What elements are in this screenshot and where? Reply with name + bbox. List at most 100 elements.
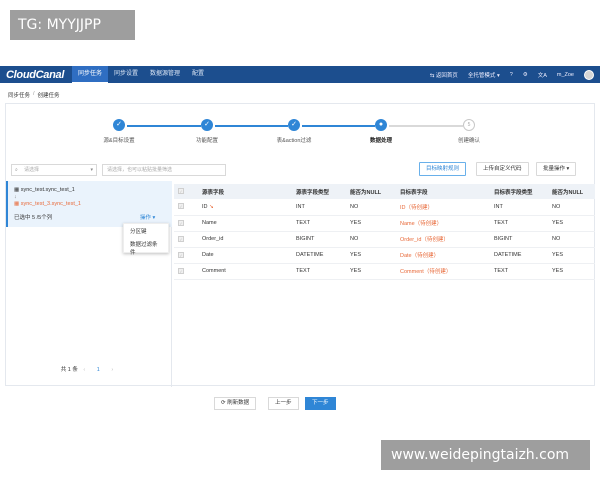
refresh-data-button[interactable]: ⟳ 刷新数据 <box>214 397 257 410</box>
mode-select[interactable]: 全托管模式 ▾ <box>468 71 500 79</box>
target-table: ▦ sync_test_3.sync_test_1 <box>14 201 81 207</box>
nav-item-sync-tasks[interactable]: 同步任务 <box>72 66 109 83</box>
step-1-check-icon: ✓ <box>113 119 125 131</box>
table-icon: ▦ <box>14 187 21 193</box>
step-4-current-icon: ● <box>375 119 387 131</box>
source-column: ID ↘ <box>198 199 292 216</box>
watermark-bottom: www.weidepingtaizh.com <box>381 440 590 470</box>
nav-item-sync-settings[interactable]: 同步设置 <box>108 66 144 83</box>
nav-item-datasource[interactable]: 数据源管理 <box>144 66 186 83</box>
column-header: 目标表字段 <box>396 184 490 199</box>
target-mapping-button[interactable]: 目标映射规则 <box>419 162 467 176</box>
pagination: 共 1 条 ‹ 1 › <box>6 365 172 373</box>
target-type: TEXT <box>490 263 548 280</box>
target-type: TEXT <box>490 215 548 232</box>
next-page-icon[interactable]: › <box>111 367 113 373</box>
home-link[interactable]: ⇆ 返回首页 <box>430 71 458 79</box>
step-connector <box>127 125 201 127</box>
checkbox-icon: ✓ <box>178 235 184 242</box>
user-name[interactable]: m_Zoe <box>557 72 574 78</box>
menu-item-partition-key[interactable]: 分区键 <box>124 224 168 237</box>
column-header: 源表字段类型 <box>292 184 346 199</box>
step-connector <box>389 125 463 127</box>
list-item[interactable]: ▦ sync_test.sync_test_1 ↓ ▦ sync_test_3.… <box>6 181 172 227</box>
breadcrumb: 同步任务 / 创建任务 <box>8 91 60 99</box>
row-checkbox[interactable]: ✓ <box>174 199 198 216</box>
target-nullable: NO <box>548 231 595 248</box>
page-number[interactable]: 1 <box>97 367 100 373</box>
step-5-number: 5 <box>463 119 475 131</box>
step-label: 源&目标设置 <box>103 138 135 144</box>
create-task-card: ✓ ✓ ✓ ● 5 源&目标设置 功能配置 表&action过滤 数据处理 创建… <box>5 103 596 387</box>
target-column[interactable]: Order_id（待创建） <box>396 231 490 248</box>
target-column[interactable]: Comment（待创建） <box>396 263 490 280</box>
operation-dropdown[interactable]: 操作 ▾ <box>140 213 155 221</box>
source-nullable: YES <box>346 247 396 264</box>
chevron-down-icon: ▾ <box>496 72 500 79</box>
toolbar: ⌕ 请选择 ▾ 请选择，也可以粘贴批量筛选 目标映射规则 上传自定义代码 批量操… <box>6 161 596 179</box>
source-nullable: YES <box>346 263 396 280</box>
app-logo[interactable]: CloudCanal <box>0 69 72 81</box>
previous-step-button[interactable]: 上一步 <box>268 397 299 410</box>
source-column: Date <box>198 247 292 264</box>
home-link-label: 返回首页 <box>435 72 458 79</box>
nav-item-config[interactable]: 配置 <box>186 66 210 83</box>
target-column[interactable]: Name（待创建） <box>396 215 490 232</box>
step-label: 创建确认 <box>457 138 481 144</box>
next-step-button[interactable]: 下一步 <box>305 397 336 410</box>
table-row: ✓ Comment TEXT YES Comment（待创建） TEXT YES <box>174 263 595 280</box>
target-column[interactable]: ID（待创建） <box>396 199 490 216</box>
search-icon: ⌕ <box>15 167 18 173</box>
watermark-top: TG: MYYJJPP <box>10 10 135 40</box>
batch-ops-button[interactable]: 批量操作 ▾ <box>536 162 577 176</box>
table-select-placeholder: 请选择 <box>24 167 40 173</box>
source-type: TEXT <box>292 215 346 232</box>
target-nullable: NO <box>548 199 595 216</box>
source-nullable: YES <box>346 215 396 232</box>
filter-input[interactable]: 请选择，也可以粘贴批量筛选 <box>102 164 226 176</box>
upload-code-button[interactable]: 上传自定义代码 <box>476 162 529 176</box>
help-icon[interactable]: ? <box>510 72 513 78</box>
language-icon[interactable]: 文A <box>538 71 547 79</box>
refresh-label: 刷新数据 <box>227 400 250 406</box>
target-type: BIGINT <box>490 231 548 248</box>
breadcrumb-parent[interactable]: 同步任务 <box>8 91 30 99</box>
target-table-name: sync_test_3.sync_test_1 <box>20 201 81 207</box>
header-checkbox[interactable]: ✓ <box>174 184 198 199</box>
chevron-down-icon: ▾ <box>90 167 93 173</box>
table-row: ✓ Name TEXT YES Name（待创建） TEXT YES <box>174 215 595 232</box>
top-navbar: CloudCanal 同步任务 同步设置 数据源管理 配置 ⇆ 返回首页 全托管… <box>0 66 600 83</box>
checkbox-icon: ✓ <box>178 267 184 274</box>
table-header-row: ✓ 源表字段 源表字段类型 能否为NULL 目标表字段 目标表字段类型 能否为N… <box>174 184 595 199</box>
table-icon: ▦ <box>14 201 21 207</box>
breadcrumb-current: 创建任务 <box>37 93 60 99</box>
prev-page-icon[interactable]: ‹ <box>83 367 85 373</box>
source-table: ▦ sync_test.sync_test_1 <box>14 187 75 193</box>
target-column[interactable]: Date（待创建） <box>396 247 490 264</box>
step-label: 功能配置 <box>195 138 219 144</box>
menu-item-data-filter[interactable]: 数据过滤条件 <box>124 237 168 256</box>
checkbox-icon: ✓ <box>178 203 184 210</box>
table-row: ✓ ID ↘ INT NO ID（待创建） INT NO <box>174 199 595 216</box>
arrow-down-icon: ↓ <box>14 194 17 200</box>
table-select[interactable]: ⌕ 请选择 ▾ <box>11 164 97 176</box>
avatar[interactable] <box>584 69 594 80</box>
checkbox-icon: ✓ <box>178 188 184 194</box>
row-checkbox[interactable]: ✓ <box>174 263 198 280</box>
target-type: INT <box>490 199 548 216</box>
row-checkbox[interactable]: ✓ <box>174 231 198 248</box>
row-checkbox[interactable]: ✓ <box>174 215 198 232</box>
step-label: 表&action过滤 <box>276 138 312 144</box>
source-column-name: ID <box>202 203 208 210</box>
total-count: 共 1 条 <box>60 367 78 373</box>
source-table-name: sync_test.sync_test_1 <box>20 187 75 193</box>
batch-ops-label: 批量操作 <box>543 166 566 172</box>
settings-icon[interactable]: ⚙ <box>523 72 528 78</box>
column-header: 能否为NULL <box>346 184 396 199</box>
key-icon: ↘ <box>209 203 214 210</box>
footer-actions: ⟳ 刷新数据 上一步 下一步 <box>0 397 600 411</box>
row-checkbox[interactable]: ✓ <box>174 247 198 264</box>
operation-menu: 分区键 数据过滤条件 <box>123 223 169 256</box>
target-type: DATETIME <box>490 247 548 264</box>
checkbox-icon: ✓ <box>178 219 184 226</box>
